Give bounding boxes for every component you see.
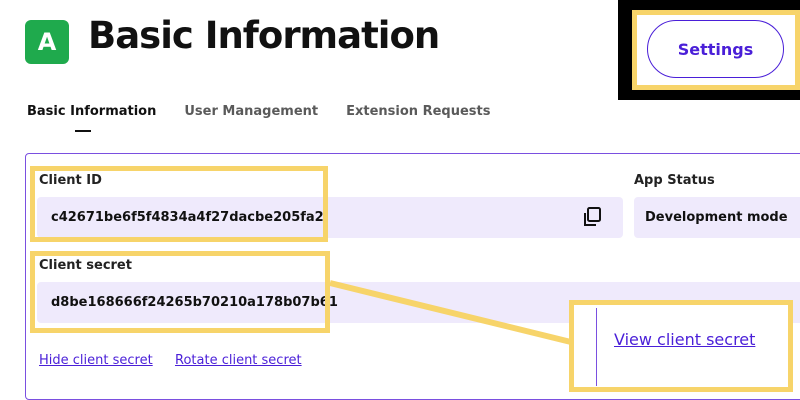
app-avatar-badge: A: [25, 20, 69, 64]
tab-extension-requests[interactable]: Extension Requests: [346, 104, 490, 119]
hide-client-secret-link[interactable]: Hide client secret: [39, 353, 153, 368]
tab-basic-information[interactable]: Basic Information: [27, 104, 156, 132]
rotate-client-secret-link[interactable]: Rotate client secret: [175, 353, 302, 368]
tab-user-management[interactable]: User Management: [184, 104, 318, 119]
copy-icon[interactable]: [581, 206, 603, 228]
client-secret-label: Client secret: [39, 258, 132, 273]
callout-divider: [596, 308, 597, 386]
app-status-value: Development mode: [634, 197, 800, 238]
client-id-field[interactable]: c42671be6f5f4834a4f27dacbe205fa2: [37, 197, 623, 238]
view-client-secret-link[interactable]: View client secret: [614, 330, 755, 349]
client-id-label: Client ID: [39, 173, 102, 188]
settings-button[interactable]: Settings: [647, 20, 784, 78]
tab-bar: Basic Information User Management Extens…: [27, 104, 518, 132]
app-status-label: App Status: [634, 173, 715, 188]
page-title: Basic Information: [88, 14, 440, 57]
